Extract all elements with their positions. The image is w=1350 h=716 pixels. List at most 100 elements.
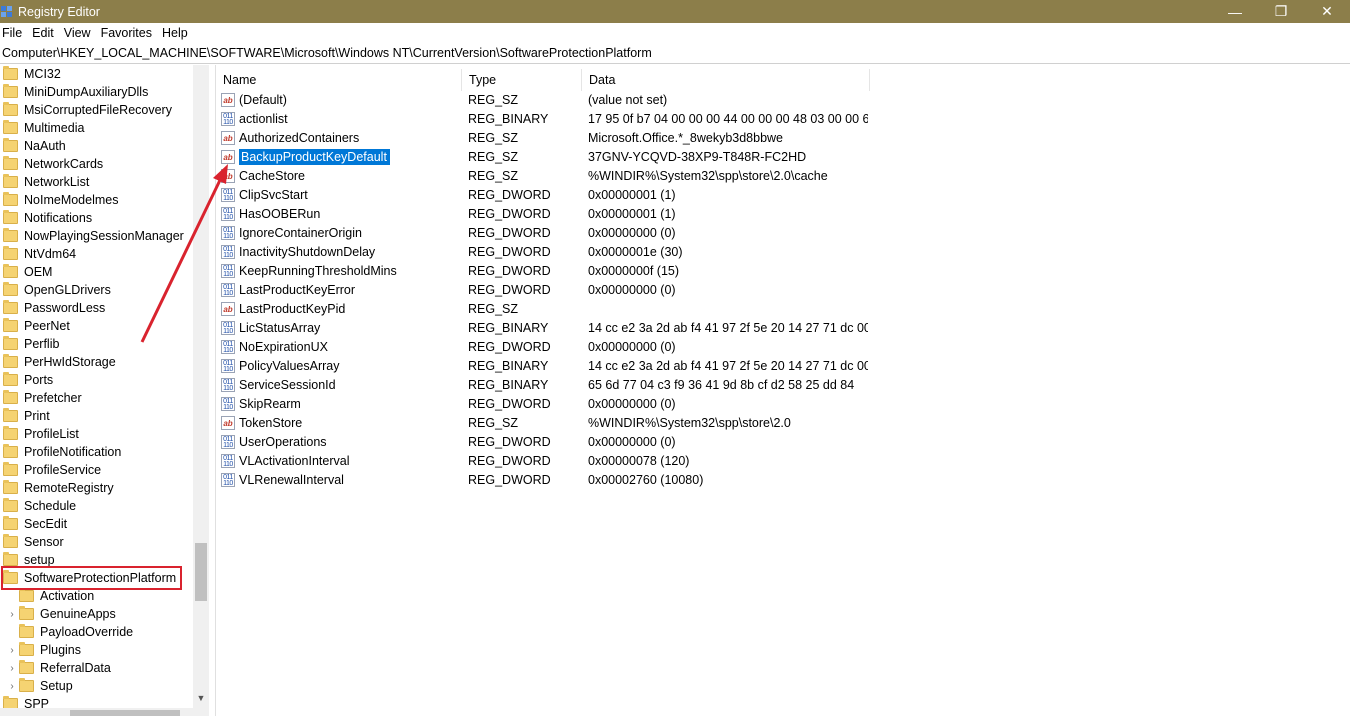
value-name-cell[interactable]: 011 110 HasOOBERun bbox=[221, 204, 461, 223]
value-row[interactable]: 011 110 InactivityShutdownDelay REG_DWORD 0x… bbox=[216, 242, 1350, 261]
value-name-cell[interactable]: ab TokenStore bbox=[221, 413, 461, 432]
value-name: CacheStore bbox=[239, 168, 306, 183]
value-row[interactable]: ab AuthorizedContainers REG_SZ Microsoft.Of… bbox=[216, 128, 1350, 147]
tree-item[interactable]: OpenGLDrivers bbox=[3, 281, 111, 299]
value-name-cell[interactable]: 011 110 NoExpirationUX bbox=[221, 337, 461, 356]
tree-item[interactable]: › Plugins bbox=[7, 641, 81, 659]
tree-item[interactable]: Notifications bbox=[3, 209, 92, 227]
tree-item[interactable]: PerHwIdStorage bbox=[3, 353, 116, 371]
column-header-data[interactable]: Data bbox=[582, 69, 870, 91]
tree-item[interactable]: OEM bbox=[3, 263, 52, 281]
tree-item[interactable]: › Setup bbox=[7, 677, 73, 695]
value-name-cell[interactable]: ab AuthorizedContainers bbox=[221, 128, 461, 147]
tree-item[interactable]: NoImeModelmes bbox=[3, 191, 118, 209]
address-path[interactable]: Computer\HKEY_LOCAL_MACHINE\SOFTWARE\Mic… bbox=[2, 46, 652, 60]
tree-item[interactable]: NetworkCards bbox=[3, 155, 103, 173]
tree-item[interactable]: ProfileList bbox=[3, 425, 79, 443]
tree-item[interactable]: NaAuth bbox=[3, 137, 66, 155]
value-row[interactable]: 011 110 actionlist REG_BINARY 17 95 0f b7 04… bbox=[216, 109, 1350, 128]
value-name-cell[interactable]: 011 110 PolicyValuesArray bbox=[221, 356, 461, 375]
tree-item[interactable]: Ports bbox=[3, 371, 53, 389]
value-row[interactable]: 011 110 PolicyValuesArray REG_BINARY 14 cc e… bbox=[216, 356, 1350, 375]
value-row[interactable]: 011 110 NoExpirationUX REG_DWORD 0x00000000 … bbox=[216, 337, 1350, 356]
tree-item[interactable]: ProfileService bbox=[3, 461, 101, 479]
value-row[interactable]: 011 110 VLRenewalInterval REG_DWORD 0x000027… bbox=[216, 470, 1350, 489]
menu-edit[interactable]: Edit bbox=[30, 26, 60, 40]
key-tree[interactable]: MCI32 MiniDumpAuxiliaryDlls MsiCorruptedFi… bbox=[0, 65, 209, 716]
tree-item[interactable]: MCI32 bbox=[3, 65, 61, 83]
tree-item[interactable]: NtVdm64 bbox=[3, 245, 76, 263]
value-name-cell[interactable]: 011 110 ClipSvcStart bbox=[221, 185, 461, 204]
value-row[interactable]: 011 110 VLActivationInterval REG_DWORD 0x000… bbox=[216, 451, 1350, 470]
column-header-type[interactable]: Type bbox=[462, 69, 582, 91]
tree-item[interactable]: Multimedia bbox=[3, 119, 84, 137]
column-header-name[interactable]: Name bbox=[216, 69, 462, 91]
close-button[interactable]: ✕ bbox=[1304, 0, 1350, 23]
value-name-cell[interactable]: ab LastProductKeyPid bbox=[221, 299, 461, 318]
value-row[interactable]: ab BackupProductKeyDefault REG_SZ 37GNV-YCQ… bbox=[216, 147, 1350, 166]
menu-help[interactable]: Help bbox=[160, 26, 194, 40]
value-row[interactable]: ab TokenStore REG_SZ %WINDIR%\System32\spp\… bbox=[216, 413, 1350, 432]
value-name-cell[interactable]: ab (Default) bbox=[221, 90, 461, 109]
value-name-cell[interactable]: ab BackupProductKeyDefault bbox=[221, 147, 461, 166]
chevron-right-icon[interactable]: › bbox=[7, 609, 17, 620]
tree-item[interactable]: MiniDumpAuxiliaryDlls bbox=[3, 83, 148, 101]
value-name-cell[interactable]: 011 110 LicStatusArray bbox=[221, 318, 461, 337]
value-row[interactable]: 011 110 LastProductKeyError REG_DWORD 0x0000… bbox=[216, 280, 1350, 299]
value-row[interactable]: 011 110 ServiceSessionId REG_BINARY 65 6d 77… bbox=[216, 375, 1350, 394]
value-name-cell[interactable]: 011 110 SkipRearm bbox=[221, 394, 461, 413]
tree-scrollbar-thumb[interactable] bbox=[195, 543, 207, 601]
value-row[interactable]: 011 110 SkipRearm REG_DWORD 0x00000000 (0) bbox=[216, 394, 1350, 413]
chevron-right-icon[interactable]: › bbox=[7, 645, 17, 656]
value-name-cell[interactable]: 011 110 KeepRunningThresholdMins bbox=[221, 261, 461, 280]
value-name-cell[interactable]: 011 110 UserOperations bbox=[221, 432, 461, 451]
menu-view[interactable]: View bbox=[62, 26, 97, 40]
tree-vertical-scrollbar[interactable] bbox=[193, 65, 209, 716]
tree-item[interactable]: Perflib bbox=[3, 335, 59, 353]
value-name-cell[interactable]: 011 110 IgnoreContainerOrigin bbox=[221, 223, 461, 242]
values-list[interactable]: Name Type Data ab (Default) REG_SZ (value n… bbox=[216, 65, 1350, 716]
tree-item[interactable]: NowPlayingSessionManager bbox=[3, 227, 184, 245]
tree-item[interactable]: › ReferralData bbox=[7, 659, 111, 677]
value-row[interactable]: 011 110 ClipSvcStart REG_DWORD 0x00000001 (1… bbox=[216, 185, 1350, 204]
value-name-cell[interactable]: 011 110 ServiceSessionId bbox=[221, 375, 461, 394]
value-name-cell[interactable]: ab CacheStore bbox=[221, 166, 461, 185]
menu-file[interactable]: File bbox=[0, 26, 28, 40]
tree-item[interactable]: Schedule bbox=[3, 497, 76, 515]
tree-item[interactable]: Sensor bbox=[3, 533, 64, 551]
tree-item[interactable]: NetworkList bbox=[3, 173, 89, 191]
value-row[interactable]: ab (Default) REG_SZ (value not set) bbox=[216, 90, 1350, 109]
value-row[interactable]: 011 110 IgnoreContainerOrigin REG_DWORD 0x00… bbox=[216, 223, 1350, 242]
value-name-cell[interactable]: 011 110 VLRenewalInterval bbox=[221, 470, 461, 489]
value-row[interactable]: 011 110 LicStatusArray REG_BINARY 14 cc e2 3… bbox=[216, 318, 1350, 337]
pane-splitter[interactable] bbox=[209, 65, 216, 716]
scroll-down-arrow-icon[interactable]: ▼ bbox=[195, 693, 207, 703]
tree-item[interactable]: SecEdit bbox=[3, 515, 67, 533]
value-row[interactable]: 011 110 UserOperations REG_DWORD 0x00000000 … bbox=[216, 432, 1350, 451]
minimize-button[interactable]: — bbox=[1212, 0, 1258, 23]
tree-item[interactable]: Print bbox=[3, 407, 50, 425]
value-name-cell[interactable]: 011 110 actionlist bbox=[221, 109, 461, 128]
maximize-button[interactable]: ❐ bbox=[1258, 0, 1304, 23]
tree-item[interactable]: MsiCorruptedFileRecovery bbox=[3, 101, 172, 119]
tree-item[interactable]: Prefetcher bbox=[3, 389, 82, 407]
value-row[interactable]: 011 110 KeepRunningThresholdMins REG_DWORD 0… bbox=[216, 261, 1350, 280]
tree-item[interactable]: PeerNet bbox=[3, 317, 70, 335]
tree-item[interactable]: PayloadOverride bbox=[7, 623, 133, 641]
tree-item[interactable]: › GenuineApps bbox=[7, 605, 116, 623]
tree-item[interactable]: RemoteRegistry bbox=[3, 479, 114, 497]
tree-hscrollbar-thumb[interactable] bbox=[70, 710, 180, 716]
tree-item[interactable]: ProfileNotification bbox=[3, 443, 121, 461]
value-name-cell[interactable]: 011 110 VLActivationInterval bbox=[221, 451, 461, 470]
chevron-right-icon[interactable]: › bbox=[7, 681, 17, 692]
value-row[interactable]: ab CacheStore REG_SZ %WINDIR%\System32\spp\… bbox=[216, 166, 1350, 185]
title-bar[interactable]: Registry Editor — ❐ ✕ bbox=[0, 0, 1350, 23]
tree-item[interactable]: PasswordLess bbox=[3, 299, 105, 317]
chevron-right-icon[interactable]: › bbox=[7, 663, 17, 674]
value-row[interactable]: 011 110 HasOOBERun REG_DWORD 0x00000001 (1) bbox=[216, 204, 1350, 223]
value-name-cell[interactable]: 011 110 InactivityShutdownDelay bbox=[221, 242, 461, 261]
value-name-cell[interactable]: 011 110 LastProductKeyError bbox=[221, 280, 461, 299]
value-row[interactable]: ab LastProductKeyPid REG_SZ bbox=[216, 299, 1350, 318]
menu-favorites[interactable]: Favorites bbox=[99, 26, 158, 40]
address-bar[interactable]: Computer\HKEY_LOCAL_MACHINE\SOFTWARE\Mic… bbox=[0, 43, 1350, 64]
